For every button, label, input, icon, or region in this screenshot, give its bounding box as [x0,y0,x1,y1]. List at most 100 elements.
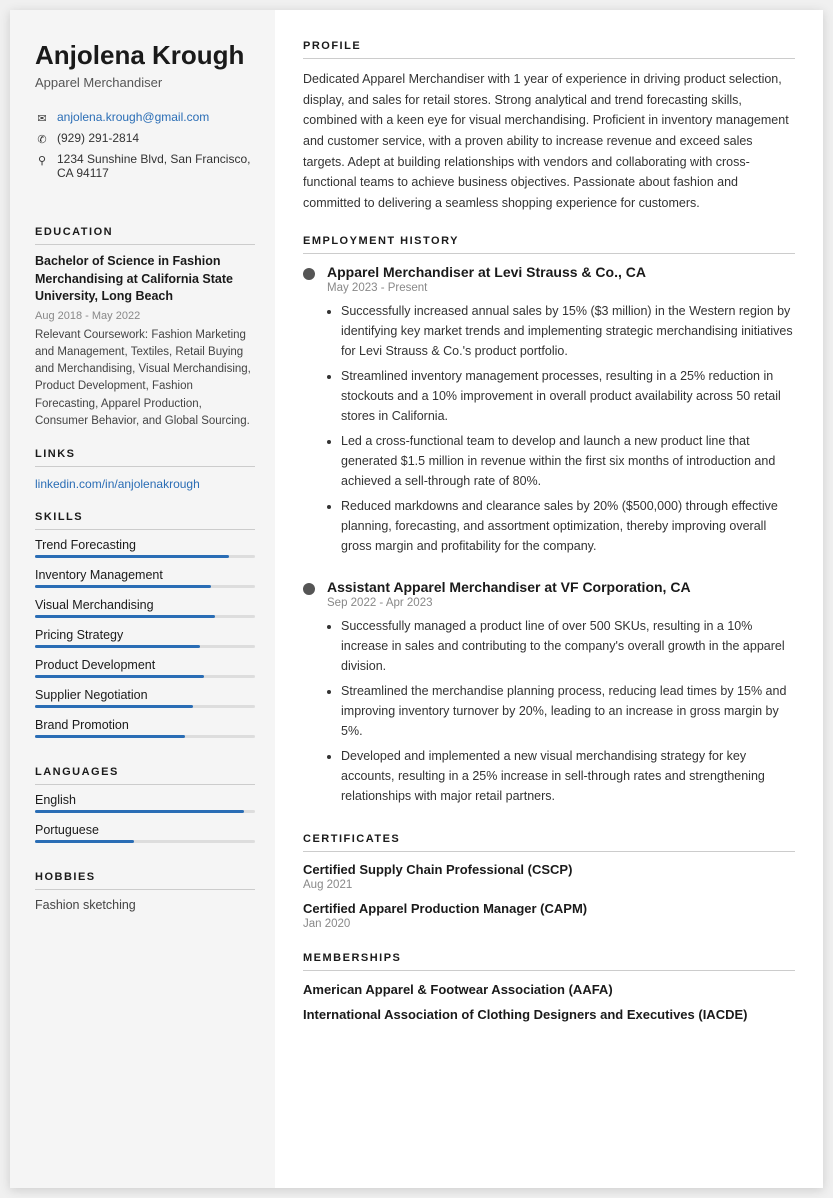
job-entry: Assistant Apparel Merchandiser at VF Cor… [303,579,795,811]
cert-name: Certified Supply Chain Professional (CSC… [303,862,795,877]
candidate-name: Anjolena Krough [35,40,255,71]
resume-container: Anjolena Krough Apparel Merchandiser ✉ a… [10,10,823,1188]
contact-block: ✉ anjolena.krough@gmail.com ✆ (929) 291-… [35,110,255,186]
language-item: Portuguese [35,823,255,843]
profile-section-title: Profile [303,40,795,59]
skill-bar-bg [35,615,255,618]
employment-block: Apparel Merchandiser at Levi Strauss & C… [303,264,795,811]
job-dates: Sep 2022 - Apr 2023 [327,597,795,609]
language-label: Portuguese [35,823,255,837]
skill-item: Visual Merchandising [35,598,255,618]
cert-date: Jan 2020 [303,918,795,930]
skill-item: Trend Forecasting [35,538,255,558]
job-content: Assistant Apparel Merchandiser at VF Cor… [327,579,795,811]
skill-item: Supplier Negotiation [35,688,255,708]
skill-item: Pricing Strategy [35,628,255,648]
job-dot [303,268,315,280]
language-bar-fill [35,840,134,843]
sidebar: Anjolena Krough Apparel Merchandiser ✉ a… [10,10,275,1188]
skill-label: Pricing Strategy [35,628,255,642]
phone-text: (929) 291-2814 [57,131,139,145]
skill-label: Brand Promotion [35,718,255,732]
address-item: ⚲ 1234 Sunshine Blvd, San Francisco, CA … [35,152,255,180]
bullet-item: Reduced markdowns and clearance sales by… [341,496,795,556]
skill-item: Product Development [35,658,255,678]
employment-section-title: Employment History [303,235,795,254]
cert-name: Certified Apparel Production Manager (CA… [303,901,795,916]
language-bar-bg [35,840,255,843]
phone-item: ✆ (929) 291-2814 [35,131,255,146]
skill-label: Visual Merchandising [35,598,255,612]
job-dot [303,583,315,595]
bullet-item: Successfully managed a product line of o… [341,616,795,676]
skill-bar-fill [35,735,185,738]
education-dates: Aug 2018 - May 2022 [35,310,255,322]
job-title: Apparel Merchandiser at Levi Strauss & C… [327,264,795,280]
job-bullets: Successfully increased annual sales by 1… [327,301,795,556]
membership-item: International Association of Clothing De… [303,1006,795,1024]
skill-item: Inventory Management [35,568,255,588]
skill-label: Inventory Management [35,568,255,582]
cert-date: Aug 2021 [303,879,795,891]
skill-bar-bg [35,705,255,708]
location-icon: ⚲ [35,153,49,167]
certificates-section-title: Certificates [303,833,795,852]
skill-bar-bg [35,735,255,738]
email-icon: ✉ [35,111,49,125]
bullet-item: Developed and implemented a new visual m… [341,746,795,806]
education-block: Bachelor of Science in Fashion Merchandi… [35,253,255,430]
bullet-item: Streamlined the merchandise planning pro… [341,681,795,741]
address-text: 1234 Sunshine Blvd, San Francisco, CA 94… [57,152,255,180]
languages-section-title: Languages [35,766,255,785]
job-bullets: Successfully managed a product line of o… [327,616,795,806]
skills-block: Trend Forecasting Inventory Management V… [35,538,255,748]
skill-label: Trend Forecasting [35,538,255,552]
language-label: English [35,793,255,807]
memberships-block: American Apparel & Footwear Association … [303,981,795,1023]
languages-block: English Portuguese [35,793,255,853]
email-link[interactable]: anjolena.krough@gmail.com [57,110,209,124]
linkedin-link[interactable]: linkedin.com/in/anjolenakrough [35,477,200,491]
certificates-block: Certified Supply Chain Professional (CSC… [303,862,795,930]
skill-label: Supplier Negotiation [35,688,255,702]
main-content: Profile Dedicated Apparel Merchandiser w… [275,10,823,1188]
candidate-title: Apparel Merchandiser [35,75,255,90]
hobbies-section-title: Hobbies [35,871,255,890]
hobby-item: Fashion sketching [35,898,255,912]
degree-title: Bachelor of Science in Fashion Merchandi… [35,253,255,306]
profile-text: Dedicated Apparel Merchandiser with 1 ye… [303,69,795,213]
job-entry: Apparel Merchandiser at Levi Strauss & C… [303,264,795,561]
membership-item: American Apparel & Footwear Association … [303,981,795,999]
skill-label: Product Development [35,658,255,672]
language-bar-bg [35,810,255,813]
job-dates: May 2023 - Present [327,282,795,294]
education-section-title: Education [35,226,255,245]
skill-bar-bg [35,675,255,678]
skill-bar-fill [35,585,211,588]
bullet-item: Streamlined inventory management process… [341,366,795,426]
skill-bar-fill [35,705,193,708]
phone-icon: ✆ [35,132,49,146]
skill-bar-fill [35,675,204,678]
language-bar-fill [35,810,244,813]
skill-bar-fill [35,615,215,618]
skill-bar-fill [35,555,229,558]
certificate-item: Certified Apparel Production Manager (CA… [303,901,795,930]
certificate-item: Certified Supply Chain Professional (CSC… [303,862,795,891]
skill-bar-fill [35,645,200,648]
memberships-section-title: Memberships [303,952,795,971]
skill-bar-bg [35,645,255,648]
language-item: English [35,793,255,813]
job-content: Apparel Merchandiser at Levi Strauss & C… [327,264,795,561]
bullet-item: Led a cross-functional team to develop a… [341,431,795,491]
skill-item: Brand Promotion [35,718,255,738]
skill-bar-bg [35,555,255,558]
bullet-item: Successfully increased annual sales by 1… [341,301,795,361]
hobbies-block: Fashion sketching [35,898,255,912]
links-block: linkedin.com/in/anjolenakrough [35,475,255,493]
email-item: ✉ anjolena.krough@gmail.com [35,110,255,125]
job-title: Assistant Apparel Merchandiser at VF Cor… [327,579,795,595]
skill-bar-bg [35,585,255,588]
skills-section-title: Skills [35,511,255,530]
education-coursework: Relevant Coursework: Fashion Marketing a… [35,327,255,431]
